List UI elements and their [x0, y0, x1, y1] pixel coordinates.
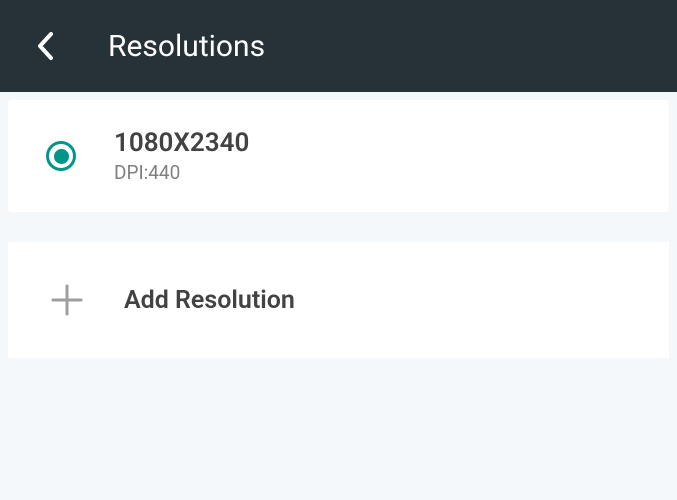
resolution-value: 1080X2340 — [114, 128, 249, 159]
add-resolution-label: Add Resolution — [124, 286, 295, 315]
back-icon[interactable] — [28, 28, 64, 64]
radio-selected-icon — [46, 141, 76, 171]
add-resolution-button[interactable]: Add Resolution — [8, 242, 669, 358]
page-title: Resolutions — [108, 29, 265, 64]
resolution-item[interactable]: 1080X2340 DPI:440 — [8, 100, 669, 212]
plus-icon — [50, 283, 84, 317]
radio-inner — [54, 149, 69, 164]
resolution-text: 1080X2340 DPI:440 — [114, 128, 249, 184]
content-area: 1080X2340 DPI:440 Add Resolution — [0, 92, 677, 366]
resolution-dpi: DPI:440 — [114, 161, 249, 184]
header-bar: Resolutions — [0, 0, 677, 92]
